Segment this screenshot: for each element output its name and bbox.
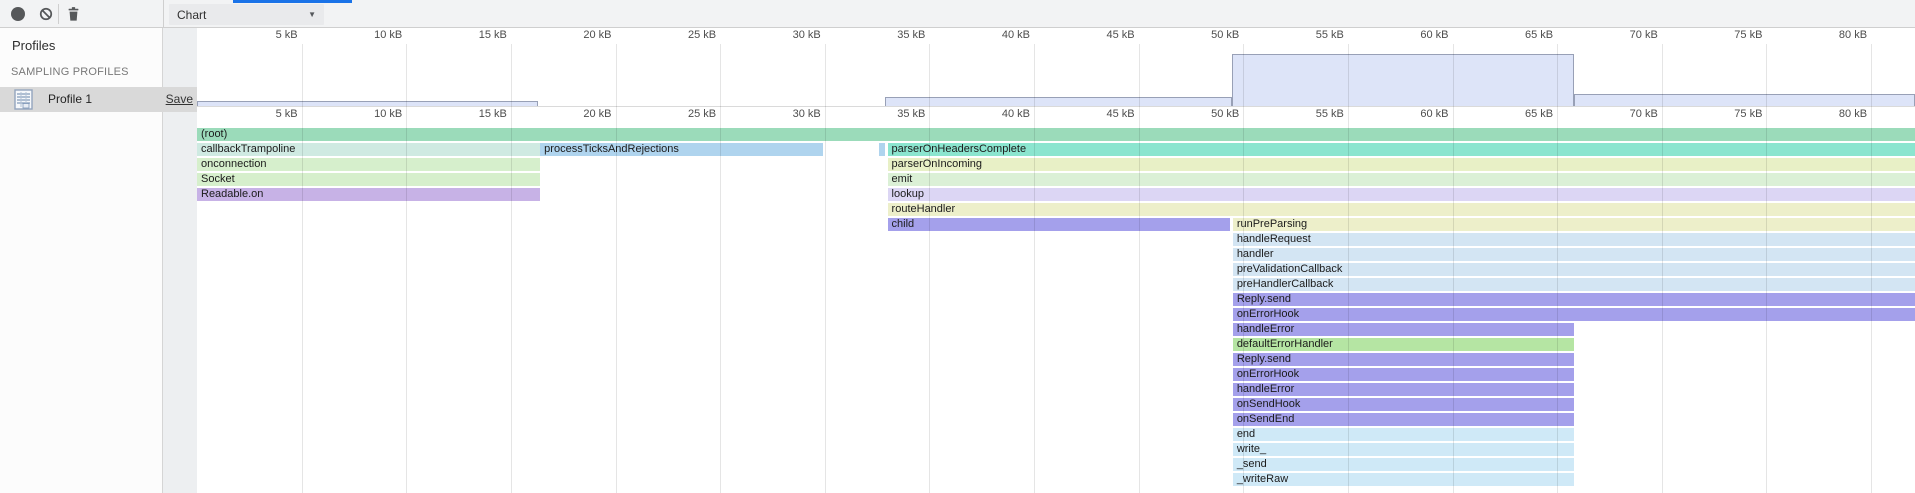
gridline: [720, 44, 721, 493]
gridline: [1871, 44, 1872, 493]
axis-tick-label: 65 kB: [1493, 108, 1553, 121]
gridline: [1453, 44, 1454, 493]
flame-bar[interactable]: onErrorHook: [1233, 308, 1915, 321]
axis-tick-label: 40 kB: [970, 29, 1030, 42]
axis-tick-label: 15 kB: [447, 29, 507, 42]
flame-bar[interactable]: handleError: [1233, 323, 1574, 336]
axis-tick-label: 20 kB: [552, 108, 612, 121]
flame-bar[interactable]: parserOnHeadersComplete: [888, 143, 1915, 156]
flame-bar[interactable]: parserOnIncoming: [888, 158, 1915, 171]
axis-tick-label: 50 kB: [1179, 29, 1239, 42]
flame-bar[interactable]: handleRequest: [1233, 233, 1915, 246]
flame-bar[interactable]: Readable.on: [197, 188, 540, 201]
axis-tick-label: 35 kB: [865, 29, 925, 42]
flame-bar[interactable]: processTicksAndRejections: [540, 143, 822, 156]
axis-tick-label: 5 kB: [238, 29, 298, 42]
gridline: [1662, 44, 1663, 493]
axis-tick-label: 25 kB: [656, 29, 716, 42]
flame-bar[interactable]: end: [1233, 428, 1574, 441]
flame-bar[interactable]: onErrorHook: [1233, 368, 1574, 381]
profile-list-item[interactable]: Profile 1 Save: [0, 87, 197, 112]
axis-tick-label: 15 kB: [447, 108, 507, 121]
sampling-profiles-section-label: SAMPLING PROFILES: [11, 66, 129, 78]
flame-bar[interactable]: [879, 143, 885, 156]
axis-tick-label: 5 kB: [238, 108, 298, 121]
flame-bar[interactable]: emit: [888, 173, 1915, 186]
clear-icon[interactable]: [39, 7, 53, 21]
axis-tick-label: 10 kB: [342, 108, 402, 121]
save-link[interactable]: Save: [166, 92, 193, 106]
axis-tick-label: 30 kB: [761, 29, 821, 42]
axis-tick-label: 45 kB: [1075, 108, 1135, 121]
profile-name: Profile 1: [48, 92, 92, 106]
gridline: [1766, 44, 1767, 493]
gridline: [302, 44, 303, 493]
trash-icon[interactable]: [67, 6, 81, 20]
flame-bar[interactable]: routeHandler: [888, 203, 1915, 216]
gridline: [511, 44, 512, 493]
gridline: [1348, 44, 1349, 493]
axis-tick-label: 35 kB: [865, 108, 925, 121]
axis-tick-label: 60 kB: [1389, 108, 1449, 121]
flame-bar[interactable]: _send: [1233, 458, 1574, 471]
gridline: [929, 44, 930, 493]
axis-tick-label: 80 kB: [1807, 108, 1867, 121]
toolbar-separator: [163, 0, 164, 28]
gridline: [1557, 44, 1558, 493]
flame-bar[interactable]: handler: [1233, 248, 1915, 261]
flame-bar[interactable]: _writeRaw: [1233, 473, 1574, 486]
flame-bar[interactable]: preValidationCallback: [1233, 263, 1915, 276]
axis-tick-label: 30 kB: [761, 108, 821, 121]
flame-bar[interactable]: child: [888, 218, 1230, 231]
axis-tick-label: 40 kB: [970, 108, 1030, 121]
axis-tick-label: 10 kB: [342, 29, 402, 42]
gridline: [406, 44, 407, 493]
sidebar-heading: Profiles: [12, 38, 55, 53]
gridline: [1034, 44, 1035, 493]
flame-bar[interactable]: callbackTrampoline: [197, 143, 540, 156]
flame-bar[interactable]: write_: [1233, 443, 1574, 456]
axis-tick-label: 45 kB: [1075, 29, 1135, 42]
axis-tick-label: 75 kB: [1702, 29, 1762, 42]
axis-tick-label: 25 kB: [656, 108, 716, 121]
gridline: [1139, 44, 1140, 493]
flame-bar[interactable]: defaultErrorHandler: [1233, 338, 1574, 351]
overview-step[interactable]: [1232, 54, 1574, 106]
flame-bar[interactable]: (root): [197, 128, 1915, 141]
flame-bar[interactable]: Reply.send: [1233, 293, 1915, 306]
flame-bar[interactable]: onconnection: [197, 158, 540, 171]
overview-step[interactable]: [885, 97, 1231, 106]
flame-bar[interactable]: handleError: [1233, 383, 1574, 396]
axis-tick-label: 75 kB: [1702, 108, 1762, 121]
flame-bar[interactable]: onSendEnd: [1233, 413, 1574, 426]
overview-step[interactable]: [1574, 94, 1915, 106]
profiler-app: Chart ▼ Profiles SAMPLING PROFILES Profi…: [0, 0, 1915, 493]
axis-tick-label: 55 kB: [1284, 108, 1344, 121]
gridline: [825, 44, 826, 493]
axis-tick-label: 80 kB: [1807, 29, 1867, 42]
flame-bar[interactable]: Socket: [197, 173, 540, 186]
axis-tick-label: 65 kB: [1493, 29, 1553, 42]
gridline: [616, 44, 617, 493]
axis-tick-label: 60 kB: [1389, 29, 1449, 42]
flame-chart: 5 kB 5 kB 10 kB 10 kB 15 kB 15 kB 20 kB 20 kB 25…: [197, 0, 1915, 493]
record-icon[interactable]: [11, 7, 25, 21]
axis-tick-label: 20 kB: [552, 29, 612, 42]
flame-bar[interactable]: runPreParsing: [1233, 218, 1915, 231]
overview-step[interactable]: [197, 101, 538, 106]
gridline: [1243, 44, 1244, 493]
axis-tick-label: 55 kB: [1284, 29, 1344, 42]
axis-tick-label: 70 kB: [1598, 29, 1658, 42]
flame-bar[interactable]: preHandlerCallback: [1233, 278, 1915, 291]
flame-bar[interactable]: onSendHook: [1233, 398, 1574, 411]
flame-bar[interactable]: lookup: [888, 188, 1915, 201]
axis-tick-label: 70 kB: [1598, 108, 1658, 121]
axis-tick-label: 50 kB: [1179, 108, 1239, 121]
flame-bar[interactable]: Reply.send: [1233, 353, 1574, 366]
toolbar-separator: [58, 4, 59, 24]
profile-doc-icon: [14, 89, 33, 110]
